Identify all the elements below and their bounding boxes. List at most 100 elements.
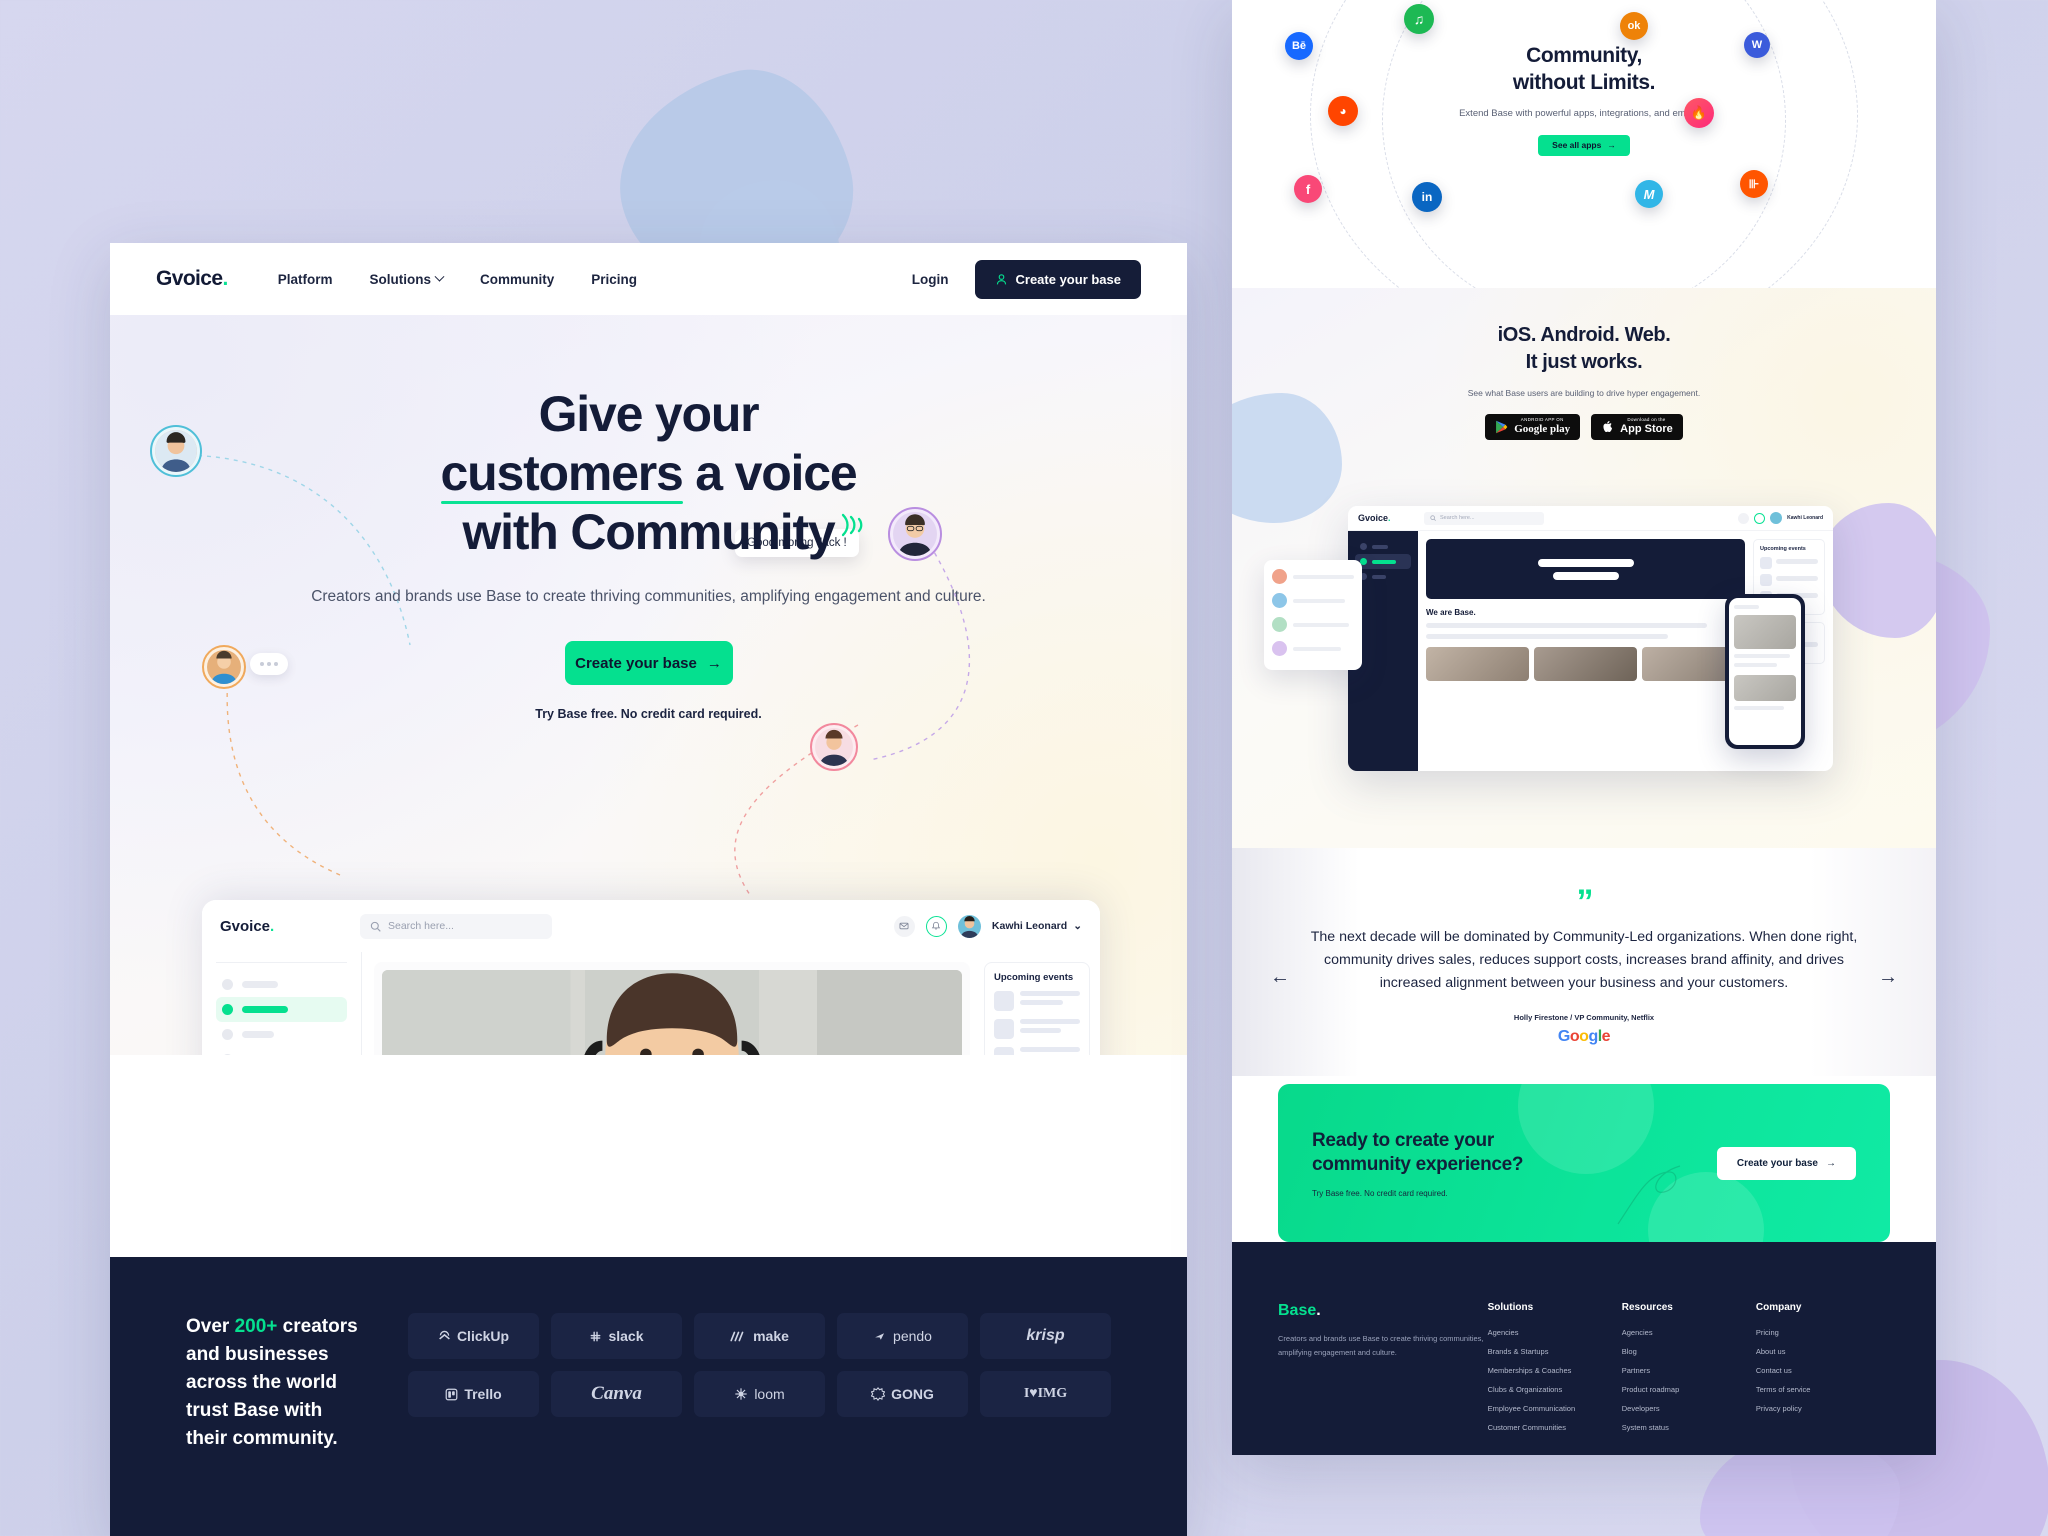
list-item[interactable] bbox=[1272, 593, 1354, 608]
avatar[interactable] bbox=[957, 914, 981, 938]
cta-card: Ready to create your community experienc… bbox=[1278, 1084, 1890, 1243]
see-all-apps-button[interactable]: See all apps → bbox=[1538, 134, 1630, 156]
footer-link[interactable]: Terms of service bbox=[1756, 1385, 1890, 1394]
mail-icon[interactable] bbox=[893, 915, 915, 937]
partner-logo-canva[interactable]: Canva bbox=[551, 1371, 682, 1417]
footer-column-company: Company Pricing About us Contact us Term… bbox=[1756, 1302, 1890, 1442]
hero-content: Give your customers a voice with Communi… bbox=[110, 315, 1187, 721]
footer-link[interactable]: Pricing bbox=[1756, 1328, 1890, 1337]
footer-link[interactable]: Privacy policy bbox=[1756, 1404, 1890, 1413]
dashboard-user-menu[interactable]: Kawhi Leonard ⌄ bbox=[992, 920, 1082, 932]
list-item[interactable] bbox=[1272, 569, 1354, 584]
hero-cta-button[interactable]: Create your base → bbox=[564, 641, 733, 686]
google-play-large: Google play bbox=[1514, 423, 1571, 436]
spotify-icon[interactable]: ♫ bbox=[1404, 4, 1434, 34]
gallery-image bbox=[1534, 647, 1637, 681]
app-store-badge[interactable]: Download on the App Store bbox=[1591, 414, 1683, 440]
person-photo bbox=[382, 970, 962, 1055]
footer-link[interactable]: Agencies bbox=[1488, 1328, 1622, 1337]
hero-title-line-2-rest: a voice bbox=[682, 445, 857, 501]
list-item[interactable] bbox=[994, 991, 1080, 1011]
footer-link[interactable]: Agencies bbox=[1622, 1328, 1756, 1337]
nav-item-community[interactable]: Community bbox=[480, 272, 554, 287]
brand-logo-dot: . bbox=[222, 267, 228, 290]
bell-icon[interactable] bbox=[1754, 512, 1766, 524]
nav-item-pricing[interactable]: Pricing bbox=[591, 272, 637, 287]
footer-link[interactable]: Memberships & Coaches bbox=[1488, 1366, 1622, 1375]
sidebar-item[interactable] bbox=[216, 1047, 347, 1055]
sidebar-item-active[interactable] bbox=[1355, 554, 1411, 569]
partner-logo-pendo[interactable]: pendo bbox=[837, 1313, 968, 1359]
bullet-icon bbox=[222, 1004, 233, 1015]
footer-logo[interactable]: Base. bbox=[1278, 1302, 1488, 1320]
footer-link[interactable]: Brands & Startups bbox=[1488, 1347, 1622, 1356]
nav-item-platform[interactable]: Platform bbox=[278, 272, 333, 287]
footer-link[interactable]: System status bbox=[1622, 1423, 1756, 1432]
next-testimonial-button[interactable]: → bbox=[1878, 966, 1898, 989]
prev-testimonial-button[interactable]: ← bbox=[1270, 966, 1290, 989]
bell-icon[interactable] bbox=[925, 915, 947, 937]
mail-icon[interactable] bbox=[1738, 512, 1750, 524]
login-link[interactable]: Login bbox=[912, 272, 949, 287]
sidebar-item[interactable] bbox=[216, 972, 347, 997]
mockup-search-input[interactable]: Search here... bbox=[1424, 511, 1544, 525]
orb-glyph: f bbox=[1305, 181, 1311, 197]
footer-link[interactable]: Blog bbox=[1622, 1347, 1756, 1356]
google-play-badge[interactable]: ANDROID APP ON Google play bbox=[1485, 414, 1581, 440]
nav-item-label: Solutions bbox=[369, 271, 431, 287]
footer-link[interactable]: Partners bbox=[1622, 1366, 1756, 1375]
partner-logo-gong[interactable]: GONG bbox=[837, 1371, 968, 1417]
loom-icon bbox=[735, 1388, 747, 1400]
footer-link[interactable]: Developers bbox=[1622, 1404, 1756, 1413]
create-your-base-button[interactable]: Create your base bbox=[974, 259, 1141, 299]
partner-logo-make[interactable]: make bbox=[694, 1313, 825, 1359]
partner-logo-loom[interactable]: loom bbox=[694, 1371, 825, 1417]
behance-icon[interactable]: Bē bbox=[1285, 32, 1313, 60]
sidebar-item[interactable] bbox=[216, 1022, 347, 1047]
orb-glyph: ⊪ bbox=[1748, 177, 1760, 191]
list-item[interactable] bbox=[1760, 574, 1818, 586]
cta-create-base-button[interactable]: Create your base → bbox=[1716, 1146, 1856, 1180]
linkedin-icon[interactable]: in bbox=[1412, 182, 1442, 212]
partner-logo-trello[interactable]: Trello bbox=[408, 1371, 539, 1417]
wattpad-icon[interactable]: W bbox=[1744, 32, 1770, 58]
partner-logo-slack[interactable]: slack bbox=[551, 1313, 682, 1359]
nav-item-label: Pricing bbox=[591, 271, 637, 287]
avatar[interactable] bbox=[1770, 512, 1783, 524]
placeholder-bar bbox=[242, 981, 278, 988]
footer-link[interactable]: Employee Communication bbox=[1488, 1404, 1622, 1413]
list-item[interactable] bbox=[994, 1047, 1080, 1055]
brand-logo[interactable]: Gvoice. bbox=[156, 267, 228, 291]
footer-link[interactable]: About us bbox=[1756, 1347, 1890, 1356]
list-item[interactable] bbox=[1272, 641, 1354, 656]
partner-logo-krisp[interactable]: krisp bbox=[980, 1313, 1111, 1359]
list-item[interactable] bbox=[1760, 557, 1818, 569]
dashboard-logo[interactable]: Gvoice. bbox=[220, 918, 360, 935]
nav-item-solutions[interactable]: Solutions bbox=[369, 271, 445, 287]
quote-mark-icon: ” bbox=[1576, 883, 1594, 921]
footer-link[interactable]: Clubs & Organizations bbox=[1488, 1385, 1622, 1394]
partner-logo-clickup[interactable]: ClickUp bbox=[408, 1313, 539, 1359]
orb-glyph: M bbox=[1643, 186, 1655, 202]
partner-logo-iloveimg[interactable]: I♥IMG bbox=[980, 1371, 1111, 1417]
mockup-logo-text: Gvoice bbox=[1358, 513, 1389, 523]
reddit-icon[interactable]: ◕ bbox=[1328, 96, 1358, 126]
soundcloud-icon[interactable]: ⊪ bbox=[1740, 170, 1768, 198]
footer-link[interactable]: Customer Communities bbox=[1488, 1423, 1622, 1432]
dashboard-search-input[interactable]: Search here... bbox=[360, 913, 552, 939]
tinder-icon[interactable]: 🔥 bbox=[1684, 98, 1714, 128]
foursquare-icon[interactable]: f bbox=[1294, 175, 1322, 203]
footer-brand: Base. Creators and brands use Base to cr… bbox=[1278, 1302, 1488, 1442]
mixcloud-icon[interactable]: M bbox=[1635, 180, 1663, 208]
sidebar-item-active[interactable] bbox=[216, 997, 347, 1022]
placeholder-bar bbox=[1734, 605, 1759, 609]
footer-link[interactable]: Contact us bbox=[1756, 1366, 1890, 1375]
mockup-logo[interactable]: Gvoice. bbox=[1358, 513, 1424, 523]
sidebar-item[interactable] bbox=[1355, 569, 1411, 584]
footer-link[interactable]: Product roadmap bbox=[1622, 1385, 1756, 1394]
sidebar-item[interactable] bbox=[1355, 539, 1411, 554]
odnoklassniki-icon[interactable]: ok bbox=[1620, 12, 1648, 40]
list-item[interactable] bbox=[994, 1019, 1080, 1039]
placeholder-bar bbox=[1776, 576, 1818, 581]
list-item[interactable] bbox=[1272, 617, 1354, 632]
